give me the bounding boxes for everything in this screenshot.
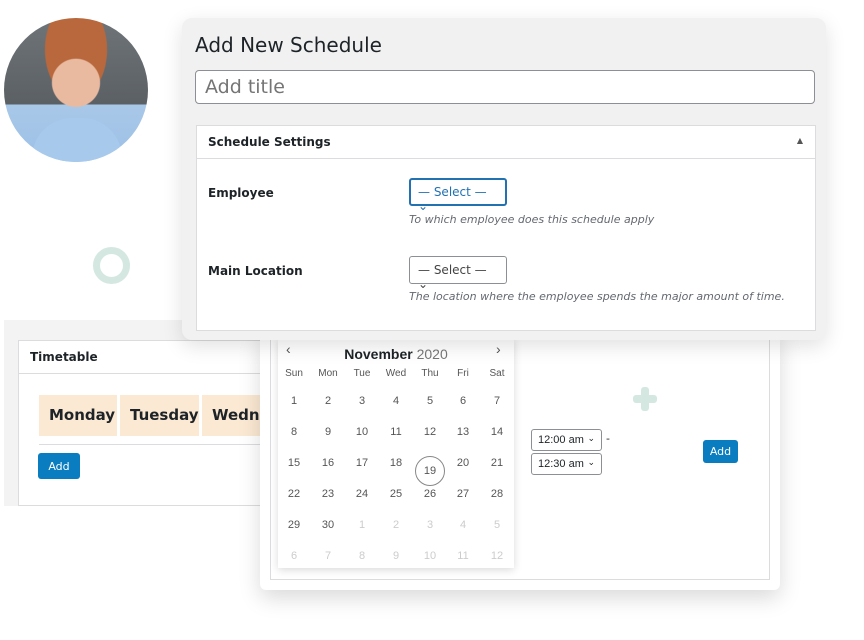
end-time-select[interactable]: 12:30 am ⌄ bbox=[531, 453, 602, 475]
weekday-header: Sat bbox=[489, 368, 505, 379]
calendar-day[interactable]: 1 bbox=[279, 395, 309, 407]
calendar-day[interactable]: 8 bbox=[279, 426, 309, 438]
start-time-select[interactable]: 12:00 am ⌄ bbox=[531, 429, 602, 451]
month-label: November bbox=[344, 346, 413, 362]
timetable-add-button[interactable]: Add bbox=[38, 453, 80, 479]
triangle-up-icon[interactable]: ▲ bbox=[797, 136, 803, 145]
location-label: Main Location bbox=[208, 264, 303, 278]
weekday-header: Fri bbox=[457, 368, 469, 379]
calendar-day[interactable]: 26 bbox=[415, 488, 445, 500]
calendar-day[interactable]: 14 bbox=[482, 426, 512, 438]
title-input[interactable] bbox=[195, 70, 815, 104]
calendar-day[interactable]: 9 bbox=[313, 426, 343, 438]
employee-help: To which employee does this schedule app… bbox=[409, 213, 655, 226]
weekday-header: Wed bbox=[385, 368, 407, 379]
calendar-day[interactable]: 20 bbox=[448, 457, 478, 469]
plus-icon bbox=[633, 387, 657, 411]
schedule-settings-title: Schedule Settings bbox=[208, 135, 331, 149]
calendar-day[interactable]: 4 bbox=[381, 395, 411, 407]
end-time-value: 12:30 am bbox=[538, 458, 584, 470]
calendar-day[interactable]: 2 bbox=[313, 395, 343, 407]
month-year: November 2020 bbox=[278, 346, 514, 362]
date-picker: ‹ November 2020 › Sun Mon Tue Wed Thu Fri Sat 1… bbox=[278, 338, 514, 568]
time-separator: - bbox=[606, 432, 610, 445]
start-time-value: 12:00 am bbox=[538, 434, 584, 446]
chevron-down-icon: ⌄ bbox=[418, 199, 429, 213]
calendar-day[interactable]: 3 bbox=[415, 519, 445, 531]
calendar-day[interactable]: 3 bbox=[347, 395, 377, 407]
calendar-day[interactable]: 7 bbox=[313, 550, 343, 562]
decorative-ring bbox=[93, 247, 130, 284]
weekday-header: Tue bbox=[353, 368, 371, 379]
calendar-day[interactable]: 2 bbox=[381, 519, 411, 531]
calendar-day[interactable]: 11 bbox=[381, 426, 411, 438]
location-select-value: — Select — bbox=[418, 263, 487, 277]
calendar-day[interactable]: 9 bbox=[381, 550, 411, 562]
calendar-day[interactable]: 23 bbox=[313, 488, 343, 500]
calendar-day[interactable]: 5 bbox=[482, 519, 512, 531]
calendar-day[interactable]: 12 bbox=[415, 426, 445, 438]
calendar-day[interactable]: 13 bbox=[448, 426, 478, 438]
calendar-day[interactable]: 28 bbox=[482, 488, 512, 500]
calendar-day[interactable]: 12 bbox=[482, 550, 512, 562]
divider bbox=[39, 444, 270, 445]
weekday-header: Thu bbox=[421, 368, 439, 379]
avatar bbox=[4, 18, 148, 162]
location-select[interactable]: — Select — ⌄ bbox=[409, 256, 507, 291]
calendar-day[interactable]: 22 bbox=[279, 488, 309, 500]
schedule-settings-box: Schedule Settings ▲ Employee — Select — ⌄… bbox=[196, 125, 816, 331]
calendar-day[interactable]: 24 bbox=[347, 488, 377, 500]
calendar-day[interactable]: 29 bbox=[279, 519, 309, 531]
employee-select-value: — Select — bbox=[418, 185, 487, 199]
chevron-down-icon: ⌄ bbox=[418, 277, 429, 291]
calendar-day[interactable]: 11 bbox=[448, 550, 478, 562]
day-header-monday: Monday bbox=[39, 395, 117, 436]
page-title: Add New Schedule bbox=[195, 33, 382, 57]
calendar-day[interactable]: 6 bbox=[279, 550, 309, 562]
employee-label: Employee bbox=[208, 186, 274, 200]
calendar-day[interactable]: 18 bbox=[381, 457, 411, 469]
calendar-day[interactable]: 5 bbox=[415, 395, 445, 407]
day-header-tuesday: Tuesday bbox=[120, 395, 199, 436]
calendar-day[interactable]: 7 bbox=[482, 395, 512, 407]
location-help: The location where the employee spends t… bbox=[409, 290, 785, 303]
calendar-day[interactable]: 25 bbox=[381, 488, 411, 500]
weekday-header: Mon bbox=[318, 368, 338, 379]
add-schedule-dialog: Add New Schedule Schedule Settings ▲ Empl… bbox=[182, 18, 826, 340]
calendar-day[interactable]: 1 bbox=[347, 519, 377, 531]
schedule-settings-header[interactable]: Schedule Settings ▲ bbox=[197, 126, 815, 159]
calendar-day[interactable]: 21 bbox=[482, 457, 512, 469]
calendar-day[interactable]: 8 bbox=[347, 550, 377, 562]
chevron-down-icon: ⌄ bbox=[587, 433, 595, 443]
weekday-header: Sun bbox=[285, 368, 303, 379]
calendar-day[interactable]: 6 bbox=[448, 395, 478, 407]
timetable-box: Timetable Monday Tuesday Wedne Add bbox=[18, 340, 270, 506]
calendar-day[interactable]: 10 bbox=[415, 550, 445, 562]
employee-select[interactable]: — Select — ⌄ bbox=[409, 178, 507, 213]
calendar-day[interactable]: 16 bbox=[313, 457, 343, 469]
calendar-day[interactable]: 27 bbox=[448, 488, 478, 500]
chevron-down-icon: ⌄ bbox=[587, 457, 595, 467]
calendar-day[interactable]: 30 bbox=[313, 519, 343, 531]
timetable-title: Timetable bbox=[19, 341, 270, 374]
calendar-day[interactable]: 17 bbox=[347, 457, 377, 469]
year-label: 2020 bbox=[416, 346, 448, 362]
calendar-day[interactable]: 15 bbox=[279, 457, 309, 469]
next-month-icon[interactable]: › bbox=[496, 341, 501, 357]
calendar-day[interactable]: 10 bbox=[347, 426, 377, 438]
calendar-day[interactable]: 4 bbox=[448, 519, 478, 531]
time-add-button[interactable]: Add bbox=[703, 440, 738, 463]
calendar-day-today[interactable]: 19 bbox=[415, 456, 445, 486]
